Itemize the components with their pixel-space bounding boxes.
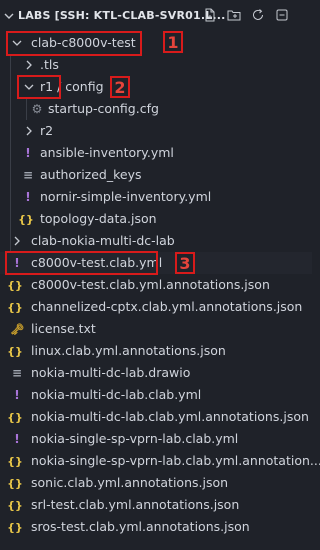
tree-file-item[interactable]: {} linux.clab.yml.annotations.json [0, 340, 312, 362]
tree-item-label: r1 / config [40, 79, 104, 94]
tree-folder-r2[interactable]: r2 [0, 120, 312, 142]
tree-item-label: channelized-cptx.clab.yml.annotations.js… [31, 299, 303, 314]
chevron-right-icon [14, 236, 20, 246]
tree-file-item[interactable]: {} sonic.clab.yml.annotations.json [0, 472, 312, 494]
tree-item-label: srl-test.clab.yml.annotations.json [31, 497, 240, 512]
yaml-icon: ! [25, 146, 31, 160]
tree-file-c8000v-clab[interactable]: ! c8000v-test.clab.yml [0, 252, 312, 274]
tree-file-item[interactable]: {} channelized-cptx.clab.yml.annotations.… [0, 296, 312, 318]
tree-file-item[interactable]: {} nokia-single-sp-vprn-lab.clab.yml.anno… [0, 450, 320, 472]
tree-item-label: c8000v-test.clab.yml.annotations.json [31, 277, 270, 292]
tree-item-label: linux.clab.yml.annotations.json [31, 343, 226, 358]
text-file-icon: ≡ [22, 168, 34, 182]
new-folder-icon[interactable] [226, 7, 242, 23]
tree-item-label: nokia-single-sp-vprn-lab.clab.yml [31, 431, 239, 446]
json-icon: {} [7, 498, 23, 512]
chevron-down-icon [24, 84, 34, 90]
key-icon: 🗝 [10, 322, 24, 336]
tree-file-item[interactable]: {} sros-test.clab.yml.annotations.json [0, 516, 312, 538]
tree-item-label: license.txt [31, 321, 96, 336]
json-icon: {} [7, 344, 23, 358]
tree-file-ansible-inventory[interactable]: ! ansible-inventory.yml [0, 142, 312, 164]
tree-item-label: clab-c8000v-test [31, 35, 136, 50]
tree-item-label: r2 [40, 123, 54, 138]
tree-item-label: nokia-single-sp-vprn-lab.clab.yml.annota… [31, 453, 320, 468]
diagram-file-icon: ≡ [11, 366, 23, 380]
tree-item-label: sonic.clab.yml.annotations.json [31, 475, 229, 490]
tree-folder-r1-config[interactable]: r1 / config [0, 76, 312, 98]
chevron-right-icon [26, 126, 32, 136]
tree-file-item[interactable]: {} nokia-multi-dc-lab.clab.yml.annotation… [0, 406, 312, 428]
json-icon: {} [18, 212, 34, 226]
new-file-icon[interactable] [202, 7, 218, 23]
tree-file-item[interactable]: ! nokia-single-sp-vprn-lab.clab.yml [0, 428, 312, 450]
yaml-icon: ! [14, 388, 20, 402]
explorer-header: LABS [SSH: KTL-CLAB-SVR01.L... [0, 0, 312, 32]
collapse-all-icon[interactable] [274, 7, 290, 23]
json-icon: {} [7, 520, 23, 534]
chevron-down-icon [12, 40, 22, 46]
tree-folder-tls[interactable]: .tls [0, 54, 312, 76]
tree-item-label: .tls [40, 57, 59, 72]
refresh-icon[interactable] [250, 7, 266, 23]
tree-file-item[interactable]: 🗝 license.txt [0, 318, 312, 340]
gear-icon: ⚙ [31, 102, 43, 116]
workspace-title[interactable]: LABS [SSH: KTL-CLAB-SVR01.L... [18, 9, 226, 22]
yaml-icon: ! [14, 432, 20, 446]
tree-item-label: nokia-multi-dc-lab.clab.yml.annotations.… [31, 409, 309, 424]
tree-item-label: c8000v-test.clab.yml [31, 255, 163, 270]
json-icon: {} [7, 410, 23, 424]
tree-item-label: authorized_keys [40, 167, 142, 182]
tree-item-label: clab-nokia-multi-dc-lab [31, 233, 175, 248]
annotation-badge: 1 [163, 31, 183, 53]
tree-file-startup-config[interactable]: ⚙ startup-config.cfg [0, 98, 312, 120]
yaml-icon: ! [14, 256, 20, 270]
tree-item-label: nornir-simple-inventory.yml [40, 189, 212, 204]
tree-item-label: startup-config.cfg [48, 101, 159, 116]
tree-item-label: nokia-multi-dc-lab.clab.yml [31, 387, 202, 402]
tree-file-item[interactable]: {} srl-test.clab.yml.annotations.json [0, 494, 312, 516]
tree-item-label: topology-data.json [40, 211, 157, 226]
chevron-down-icon[interactable] [4, 11, 14, 21]
annotation-badge: 2 [110, 76, 130, 98]
tree-item-label: sros-test.clab.yml.annotations.json [31, 519, 250, 534]
tree-folder-clab-nokia[interactable]: clab-nokia-multi-dc-lab [0, 230, 312, 252]
json-icon: {} [7, 300, 23, 314]
tree-file-topology-data[interactable]: {} topology-data.json [0, 208, 312, 230]
tree-file-nornir-inventory[interactable]: ! nornir-simple-inventory.yml [0, 186, 312, 208]
json-icon: {} [7, 278, 23, 292]
json-icon: {} [7, 454, 23, 468]
yaml-icon: ! [25, 190, 31, 204]
tree-item-label: nokia-multi-dc-lab.drawio [31, 365, 191, 380]
tree-file-item[interactable]: {} c8000v-test.clab.yml.annotations.json [0, 274, 312, 296]
tree-file-authorized-keys[interactable]: ≡ authorized_keys [0, 164, 312, 186]
tree-file-item[interactable]: ! nokia-multi-dc-lab.clab.yml [0, 384, 312, 406]
tree-file-item[interactable]: ≡ nokia-multi-dc-lab.drawio [0, 362, 312, 384]
json-icon: {} [7, 476, 23, 490]
annotation-badge: 3 [175, 252, 195, 274]
chevron-right-icon [26, 60, 32, 70]
tree-folder-clab-c8000v-test[interactable]: clab-c8000v-test [0, 32, 312, 54]
tree-item-label: ansible-inventory.yml [40, 145, 174, 160]
explorer-actions [202, 7, 290, 23]
